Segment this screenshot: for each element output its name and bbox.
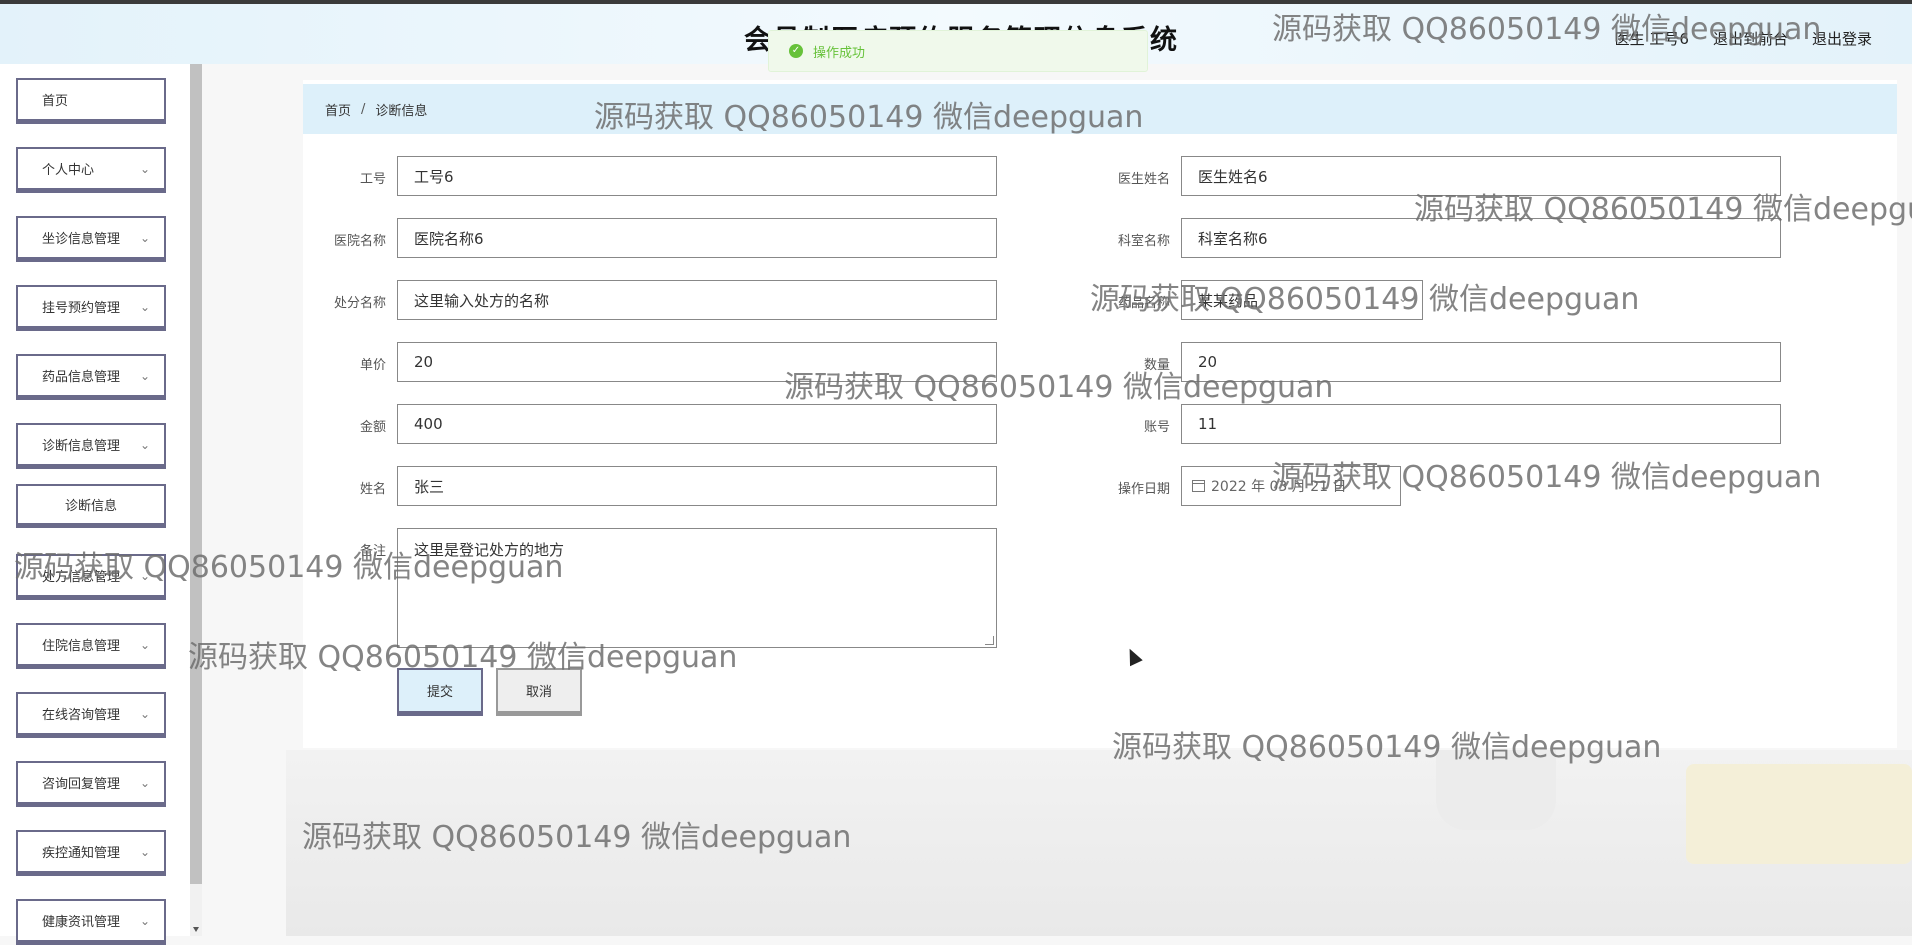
check-circle-icon: ✓ xyxy=(789,44,803,58)
sidebar-item-label: 诊断信息 xyxy=(64,499,117,514)
background-shape xyxy=(1686,764,1912,864)
calendar-icon xyxy=(1192,480,1205,492)
account-input[interactable]: 11 xyxy=(1181,404,1781,444)
amount-input[interactable]: 400 xyxy=(397,404,997,444)
chevron-down-icon: ⌄ xyxy=(139,707,150,721)
name-value: 张三 xyxy=(414,477,445,496)
account-label: 账号 xyxy=(1143,420,1170,435)
chevron-down-icon: ⌄ xyxy=(139,914,150,928)
watermark: 源码获取 QQ86050149 微信deepguan xyxy=(1090,282,1640,317)
job-no-value: 工号6 xyxy=(414,167,454,186)
watermark: 源码获取 QQ86050149 微信deepguan xyxy=(14,550,564,585)
sidebar-item-consult-replies[interactable]: 咨询回复管理 ⌄ xyxy=(16,761,166,807)
sidebar-item-home[interactable]: 首页 xyxy=(16,78,166,124)
sidebar-item-label: 个人中心 xyxy=(42,163,95,178)
name-input[interactable]: 张三 xyxy=(397,466,997,506)
resize-handle-icon[interactable] xyxy=(985,636,994,645)
hospital-input[interactable]: 医院名称6 xyxy=(397,218,997,258)
watermark: 源码获取 QQ86050149 微信deepguan xyxy=(1414,192,1912,227)
department-label: 科室名称 xyxy=(1117,234,1170,249)
chevron-down-icon: ⌄ xyxy=(139,369,150,383)
scrollbar-thumb[interactable] xyxy=(190,64,202,884)
sidebar-item-label: 在线咨询管理 xyxy=(42,708,121,723)
breadcrumb-current: 诊断信息 xyxy=(375,103,428,119)
sidebar-item-health-news[interactable]: 健康资讯管理 ⌄ xyxy=(16,899,166,945)
job-no-label: 工号 xyxy=(359,172,386,187)
prescription-label: 处分名称 xyxy=(333,296,386,311)
department-value: 科室名称6 xyxy=(1198,229,1268,248)
sidebar: 首页 个人中心 ⌄ 坐诊信息管理 ⌄ 挂号预约管理 ⌄ 药品信息管理 ⌄ 诊断信息管理 ⌄… xyxy=(0,64,190,945)
breadcrumb-home[interactable]: 首页 xyxy=(325,100,351,119)
hospital-label: 医院名称 xyxy=(333,234,386,249)
amount-label: 金额 xyxy=(359,420,386,435)
job-no-input[interactable]: 工号6 xyxy=(397,156,997,196)
watermark: 源码获取 QQ86050149 微信deepguan xyxy=(594,100,1144,135)
op-date-label: 操作日期 xyxy=(1117,482,1170,497)
sidebar-item-personal-center[interactable]: 个人中心 ⌄ xyxy=(16,147,166,193)
sidebar-item-appointments[interactable]: 挂号预约管理 ⌄ xyxy=(16,285,166,331)
unit-price-label: 单价 xyxy=(359,358,386,373)
sidebar-item-disease-control[interactable]: 疾控通知管理 ⌄ xyxy=(16,830,166,876)
sidebar-subitem-diagnosis-info[interactable]: 诊断信息 xyxy=(16,484,166,528)
sidebar-item-label: 首页 xyxy=(42,94,69,109)
sidebar-item-label: 健康资讯管理 xyxy=(42,915,121,930)
chevron-down-icon: ⌄ xyxy=(139,300,150,314)
sidebar-item-label: 咨询回复管理 xyxy=(42,777,121,792)
sidebar-scrollbar[interactable] xyxy=(190,64,202,936)
watermark: 源码获取 QQ86050149 微信deepguan xyxy=(1272,460,1822,495)
sidebar-item-label: 挂号预约管理 xyxy=(42,301,121,316)
unit-price-value: 20 xyxy=(414,353,434,371)
sidebar-item-label: 坐诊信息管理 xyxy=(42,232,121,247)
chevron-down-icon: ⌄ xyxy=(139,845,150,859)
scroll-down-arrow-icon[interactable] xyxy=(193,927,199,932)
amount-value: 400 xyxy=(414,415,443,433)
sidebar-item-label: 疾控通知管理 xyxy=(42,846,121,861)
watermark: 源码获取 QQ86050149 微信deepguan xyxy=(1112,730,1662,765)
prescription-value: 这里输入处方的名称 xyxy=(414,291,550,310)
doctor-name-value: 医生姓名6 xyxy=(1198,167,1268,186)
watermark: 源码获取 QQ86050149 微信deepguan xyxy=(188,640,738,675)
sidebar-item-label: 诊断信息管理 xyxy=(42,439,121,454)
chevron-down-icon: ⌄ xyxy=(139,438,150,452)
hospital-value: 医院名称6 xyxy=(414,229,484,248)
chevron-down-icon: ⌄ xyxy=(139,231,150,245)
watermark: 源码获取 QQ86050149 微信deepguan xyxy=(302,820,852,855)
watermark: 源码获取 QQ86050149 微信deepguan xyxy=(1272,12,1822,47)
chevron-down-icon: ⌄ xyxy=(139,638,150,652)
account-value: 11 xyxy=(1198,415,1218,433)
sidebar-item-label: 药品信息管理 xyxy=(42,370,121,385)
doctor-name-label: 医生姓名 xyxy=(1117,172,1170,187)
toast-message: 操作成功 xyxy=(813,45,866,61)
chevron-down-icon: ⌄ xyxy=(139,776,150,790)
chevron-down-icon: ⌄ xyxy=(139,162,150,176)
sidebar-item-clinic-schedule[interactable]: 坐诊信息管理 ⌄ xyxy=(16,216,166,262)
sidebar-item-hospitalization[interactable]: 住院信息管理 ⌄ xyxy=(16,623,166,669)
watermark: 源码获取 QQ86050149 微信deepguan xyxy=(784,370,1334,405)
prescription-input[interactable]: 这里输入处方的名称 xyxy=(397,280,997,320)
breadcrumb-separator: / xyxy=(361,101,366,117)
sidebar-item-online-consult[interactable]: 在线咨询管理 ⌄ xyxy=(16,692,166,738)
sidebar-item-diagnosis[interactable]: 诊断信息管理 ⌄ xyxy=(16,423,166,469)
name-label: 姓名 xyxy=(359,482,386,497)
sidebar-item-drugs[interactable]: 药品信息管理 ⌄ xyxy=(16,354,166,400)
success-toast: ✓ 操作成功 xyxy=(768,30,1148,72)
sidebar-item-label: 住院信息管理 xyxy=(42,639,121,654)
